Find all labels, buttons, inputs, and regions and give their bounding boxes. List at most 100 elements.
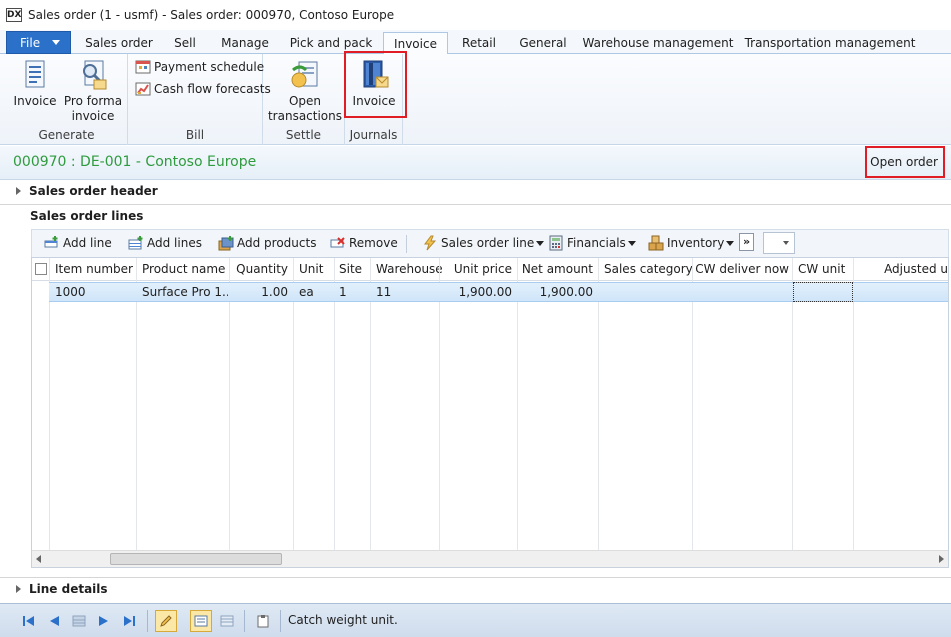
record-banner: 000970 : DE-001 - Contoso Europe Open or… [0, 146, 951, 180]
previous-record-button[interactable] [45, 612, 63, 630]
open-transactions-label-1: Open [288, 94, 322, 108]
edit-mode-button[interactable] [155, 610, 177, 632]
chevron-down-icon [536, 240, 545, 246]
cell-item-number[interactable]: 1000 [55, 285, 133, 299]
window-title: Sales order (1 - usmf) - Sales order: 00… [28, 8, 395, 22]
group-settle-label: Settle [285, 128, 322, 142]
group-bill: Payment schedule Cash flow forecasts Bil… [128, 54, 271, 145]
horizontal-scrollbar[interactable] [32, 550, 948, 567]
col-header-unit[interactable]: Unit [299, 262, 333, 276]
cell-unit[interactable]: ea [299, 285, 329, 299]
col-header-cw-deliver-now[interactable]: CW deliver now [695, 262, 789, 276]
pro-forma-invoice-button[interactable]: Pro forma invoice [62, 58, 124, 124]
add-line-label: Add line [63, 236, 112, 250]
col-header-site[interactable]: Site [339, 262, 367, 276]
remove-icon [330, 237, 345, 248]
select-all-checkbox[interactable] [35, 263, 47, 275]
highlight-open-order [865, 146, 945, 178]
remove-label: Remove [349, 236, 398, 250]
previous-record-icon [50, 616, 59, 626]
ribbon-tabbar: File Sales order Sell Manage Pick and pa… [0, 30, 951, 55]
col-divider [136, 258, 137, 567]
cell-site[interactable]: 1 [339, 285, 367, 299]
cell-product-name[interactable]: Surface Pro 1... [142, 285, 228, 299]
col-header-item-number[interactable]: Item number [55, 262, 135, 276]
cell-cw-unit-focused[interactable] [793, 282, 853, 302]
add-line-button[interactable]: Add line [44, 235, 112, 251]
pencil-icon [160, 615, 172, 627]
file-tab[interactable]: File [6, 31, 71, 54]
ribbon: Invoice Pro forma invoice Generate Payme… [0, 51, 951, 145]
chevron-down-icon [52, 40, 61, 45]
inventory-label: Inventory [667, 236, 725, 250]
tab-general[interactable]: General [512, 32, 574, 54]
status-separator [244, 610, 245, 632]
highlight-invoice-journal [344, 51, 407, 118]
col-header-adjusted-unit[interactable]: Adjusted u [856, 262, 948, 276]
filter-dropdown[interactable] [763, 232, 795, 254]
tab-warehouse-management[interactable]: Warehouse management [582, 32, 734, 54]
tab-sell[interactable]: Sell [162, 32, 208, 54]
open-transactions-button[interactable]: Open transactions [267, 58, 343, 124]
last-record-icon [124, 616, 135, 626]
col-header-product-name[interactable]: Product name [142, 262, 228, 276]
group-journals-label: Journals [349, 128, 398, 142]
cell-net-amount[interactable]: 1,900.00 [518, 285, 593, 299]
cell-unit-price[interactable]: 1,900.00 [440, 285, 512, 299]
document-handling-button[interactable] [254, 612, 272, 630]
col-divider [370, 258, 371, 567]
add-products-label: Add products [237, 236, 317, 250]
payment-schedule-button[interactable]: Payment schedule [135, 59, 264, 75]
tab-transportation-management[interactable]: Transportation management [745, 32, 916, 54]
inventory-menu[interactable]: Inventory [648, 235, 735, 251]
boxes-icon [648, 235, 664, 251]
cell-quantity[interactable]: 1.00 [230, 285, 288, 299]
open-transactions-label-2: transactions [267, 109, 343, 123]
add-lines-icon [128, 236, 143, 250]
financials-menu[interactable]: Financials [548, 235, 636, 251]
invoice-button-label: Invoice [13, 94, 57, 108]
col-header-cw-unit[interactable]: CW unit [798, 262, 850, 276]
payment-schedule-label: Payment schedule [154, 60, 265, 74]
cash-flow-icon [135, 82, 151, 96]
scroll-right-icon[interactable] [939, 555, 944, 563]
col-divider [692, 258, 693, 567]
section-sales-order-header[interactable]: Sales order header [0, 180, 951, 202]
add-products-button[interactable]: Add products [218, 235, 316, 251]
scroll-left-icon[interactable] [36, 555, 41, 563]
remove-button[interactable]: Remove [330, 235, 398, 251]
add-line-icon [44, 236, 58, 248]
col-header-sales-category[interactable]: Sales category [604, 262, 692, 276]
col-header-quantity[interactable]: Quantity [230, 262, 288, 276]
cell-warehouse[interactable]: 11 [376, 285, 436, 299]
cash-flow-forecasts-button[interactable]: Cash flow forecasts [135, 81, 271, 97]
section-sales-order-lines: Sales order lines [0, 205, 951, 227]
section-line-details[interactable]: Line details [0, 578, 951, 600]
open-transactions-icon [291, 61, 318, 88]
scrollbar-thumb[interactable] [110, 553, 282, 565]
grid-view-button[interactable] [218, 612, 236, 630]
tab-retail[interactable]: Retail [454, 32, 504, 54]
sales-order-line-menu[interactable]: Sales order line [422, 235, 545, 251]
app-icon: DX [6, 8, 22, 22]
last-record-button[interactable] [120, 612, 138, 630]
first-record-button[interactable] [20, 612, 38, 630]
add-lines-button[interactable]: Add lines [128, 235, 202, 251]
next-record-button[interactable] [95, 612, 113, 630]
invoice-document-icon [25, 60, 45, 88]
tab-manage[interactable]: Manage [214, 32, 276, 54]
details-view-button[interactable] [190, 610, 212, 632]
add-products-icon [218, 236, 234, 251]
col-header-warehouse[interactable]: Warehouse [376, 262, 446, 276]
file-tab-label: File [20, 35, 41, 50]
col-divider [49, 258, 50, 567]
toolbar-separator [406, 235, 407, 253]
status-bar: Catch weight unit. [0, 603, 951, 637]
record-list-button[interactable] [70, 612, 88, 630]
col-header-net-amount[interactable]: Net amount [518, 262, 593, 276]
invoice-button[interactable]: Invoice [9, 58, 61, 109]
more-commands-button[interactable]: » [739, 233, 754, 251]
expand-arrow-icon [16, 187, 21, 195]
tab-sales-order[interactable]: Sales order [80, 32, 158, 54]
col-header-unit-price[interactable]: Unit price [440, 262, 512, 276]
